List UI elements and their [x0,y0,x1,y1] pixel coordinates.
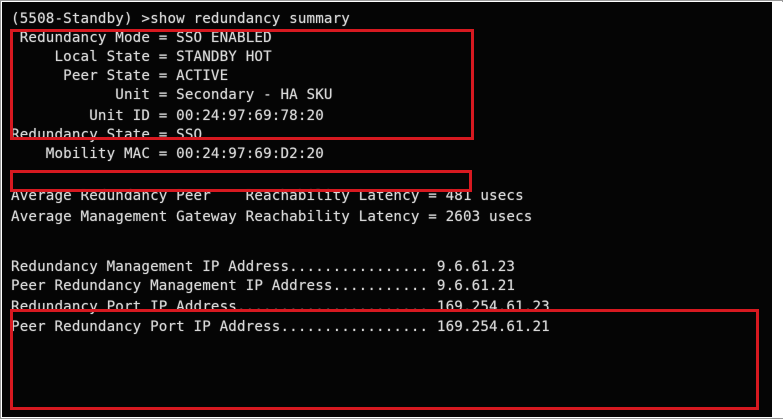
summary-value: 00:24:97:69:D2:20 [176,146,324,162]
equals-separator: = [150,146,177,162]
terminal-window[interactable]: (5508-Standby) >show redundancy summary … [2,2,772,417]
prompt-line: (5508-Standby) >show redundancy summary [11,11,350,27]
summary-line-mobility-mac: Mobility MAC = 00:24:97:69:D2:20 [11,145,324,164]
highlight-redundancy-state-box [10,170,472,192]
latency-line-gateway: Average Management Gateway Reachability … [11,209,533,225]
address-line-peer-redundancy-management: Peer Redundancy Management IP Address...… [11,278,516,294]
address-line-redundancy-management: Redundancy Management IP Address........… [11,259,516,275]
screenshot-frame: (5508-Standby) >show redundancy summary … [0,0,783,419]
highlight-ip-address-box [10,309,759,410]
summary-label: Mobility MAC [11,146,151,162]
highlight-summary-box [10,29,474,140]
right-gutter [773,2,783,418]
